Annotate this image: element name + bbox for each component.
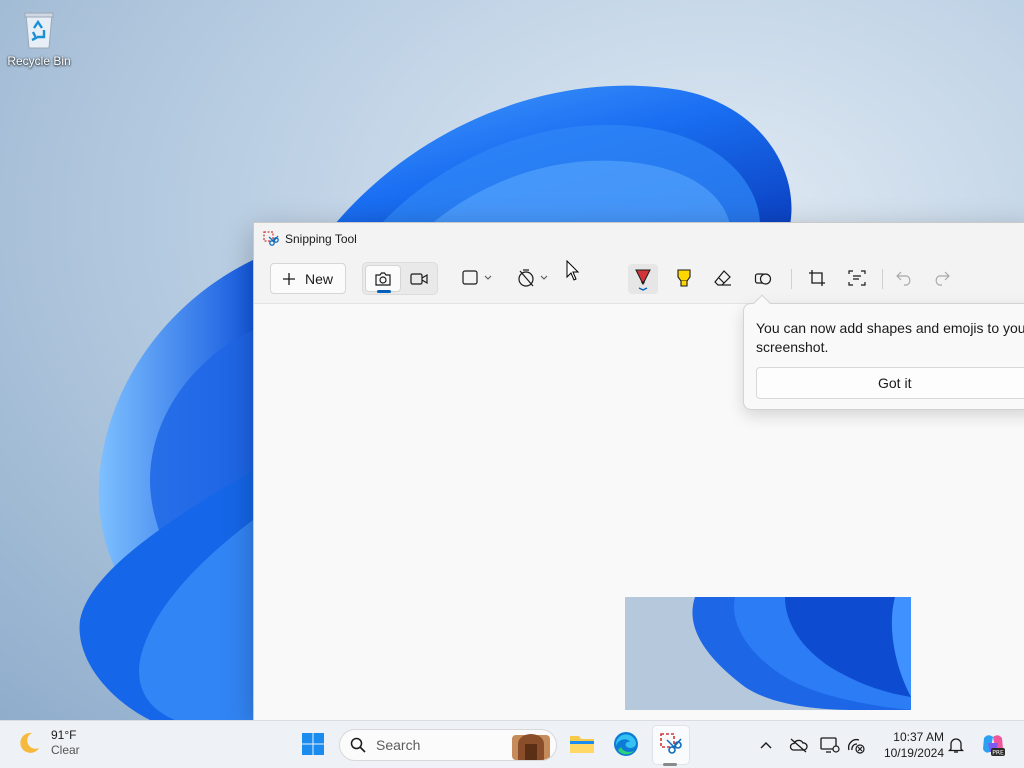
weather-condition: Clear	[51, 743, 80, 757]
pen-tool-button[interactable]	[628, 264, 658, 294]
video-mode-button[interactable]	[401, 265, 437, 292]
snip-preview-image	[625, 597, 911, 710]
recycle-bin-icon	[24, 12, 54, 49]
network-icon	[848, 739, 865, 754]
weather-widget[interactable]: 91°F Clear	[16, 728, 80, 758]
highlighter-icon	[677, 269, 691, 287]
new-snip-button[interactable]: New	[270, 263, 346, 294]
clock-time: 10:37 AM	[893, 730, 944, 744]
recycle-bin-shortcut[interactable]: Recycle Bin	[6, 8, 72, 78]
title-bar[interactable]: Snipping Tool	[254, 223, 1024, 255]
show-hidden-icons-button[interactable]	[756, 735, 776, 755]
eraser-tool-button[interactable]	[712, 267, 734, 289]
video-icon	[410, 272, 428, 285]
running-app-indicator	[663, 763, 677, 766]
snip-shape-dropdown[interactable]	[461, 267, 495, 289]
chevron-up-icon	[760, 742, 772, 749]
start-button[interactable]	[298, 729, 328, 759]
scissors-icon	[263, 231, 279, 246]
file-explorer-icon	[570, 736, 594, 753]
toolbar-separator	[791, 269, 792, 289]
pen-icon	[635, 269, 651, 291]
crop-tool-button[interactable]	[806, 267, 828, 289]
eraser-icon	[714, 270, 731, 286]
snipping-tool-icon	[660, 733, 682, 754]
system-clock[interactable]: 10:37 AM 10/19/2024	[874, 729, 944, 761]
edge-icon	[614, 732, 638, 756]
onedrive-tray-button[interactable]	[788, 735, 808, 755]
taskbar: 91°F Clear Search 10:37 AM 10/19/2024 PR…	[0, 720, 1024, 768]
new-snip-label: New	[305, 270, 334, 287]
windows-start-icon	[302, 733, 324, 755]
snipping-tool-window: Snipping Tool New	[253, 222, 1024, 721]
notification-icon	[948, 738, 964, 753]
display-tray-button[interactable]	[820, 735, 840, 755]
highlighter-tool-button[interactable]	[673, 267, 695, 289]
got-it-button[interactable]: Got it	[756, 367, 1024, 399]
toolbar-separator	[882, 269, 883, 289]
screenshot-mode-button[interactable]	[365, 265, 401, 293]
copilot-button[interactable]: PRE	[980, 732, 1006, 758]
weather-temperature: 91°F	[51, 728, 77, 742]
delay-timer-icon	[518, 269, 548, 287]
shapes-icon	[754, 273, 772, 285]
camera-icon	[375, 271, 391, 286]
shapes-tool-button[interactable]	[752, 267, 774, 289]
plus-icon	[283, 272, 295, 285]
moon-icon	[20, 732, 39, 753]
clock-date: 10/19/2024	[883, 746, 944, 760]
undo-button[interactable]	[894, 267, 916, 289]
toolbar: New	[254, 255, 1024, 303]
text-actions-button[interactable]	[846, 267, 868, 289]
network-tray-button[interactable]	[846, 735, 866, 755]
active-mode-indicator	[377, 290, 391, 293]
file-explorer-button[interactable]	[567, 729, 597, 759]
taskbar-search-box[interactable]: Search	[339, 729, 557, 761]
display-icon	[820, 737, 840, 753]
teaching-tip-message: You can now add shapes and emojis to you…	[756, 320, 1024, 355]
window-title: Snipping Tool	[285, 232, 357, 246]
notifications-button[interactable]	[946, 735, 966, 755]
copilot-icon: PRE	[983, 735, 1005, 757]
snipping-tool-taskbar-icon-wrap	[656, 729, 686, 759]
mouse-pointer-icon	[566, 260, 580, 281]
undo-icon	[896, 271, 911, 286]
search-placeholder: Search	[376, 737, 421, 753]
capture-mode-toggle	[362, 262, 438, 295]
redo-button[interactable]	[930, 267, 952, 289]
onedrive-icon	[789, 738, 808, 753]
edge-browser-button[interactable]	[611, 729, 641, 759]
crop-icon	[809, 270, 825, 286]
search-icon	[350, 737, 366, 753]
recycle-bin-label: Recycle Bin	[7, 54, 71, 68]
search-highlight-art-icon	[512, 734, 550, 760]
teaching-tip: You can now add shapes and emojis to you…	[743, 294, 1024, 410]
text-actions-icon	[848, 270, 866, 286]
redo-icon	[935, 271, 950, 286]
delay-timer-dropdown[interactable]	[516, 267, 552, 289]
svg-text:PRE: PRE	[992, 750, 1004, 757]
snip-shape-icon	[462, 270, 492, 285]
